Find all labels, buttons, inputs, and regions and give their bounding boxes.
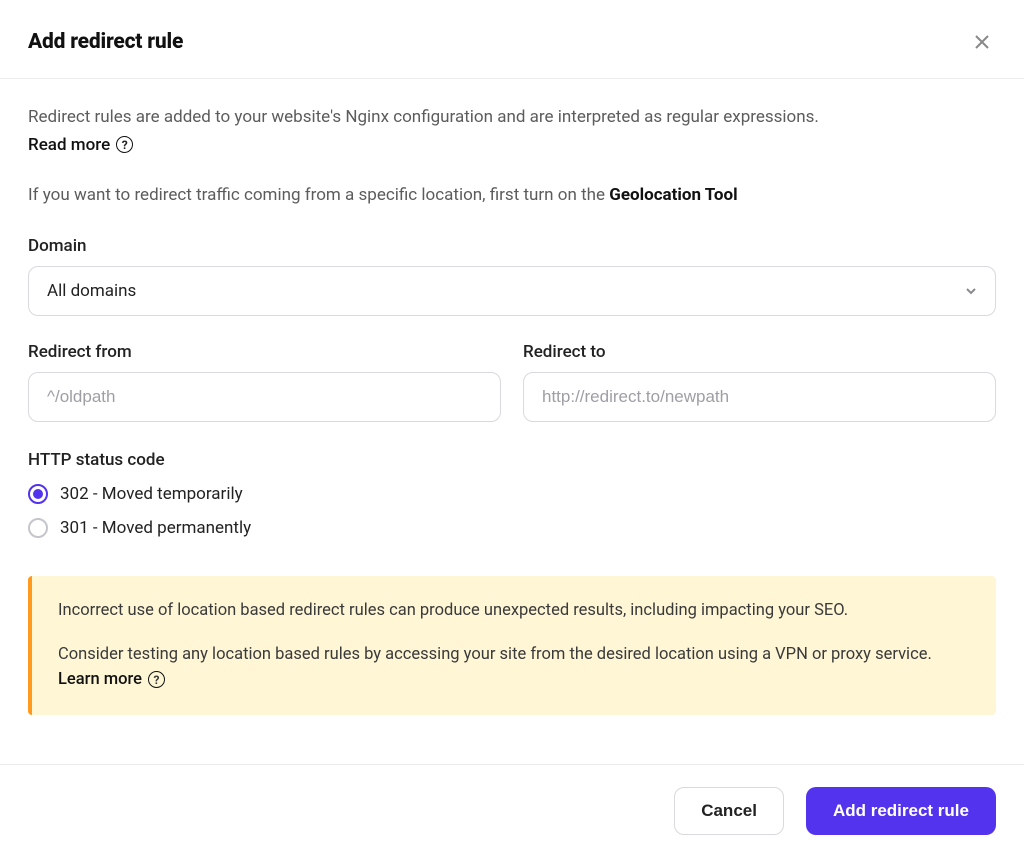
radio-indicator-icon <box>28 484 48 504</box>
status-code-label: HTTP status code <box>28 450 996 470</box>
add-redirect-rule-modal: Add redirect rule Redirect rules are add… <box>0 0 1024 857</box>
geolocation-hint: If you want to redirect traffic coming f… <box>28 183 996 209</box>
redirect-to-input[interactable] <box>523 372 996 422</box>
redirect-to-label: Redirect to <box>523 342 996 362</box>
status-code-radio-302-label: 302 - Moved temporarily <box>60 484 243 504</box>
close-icon <box>975 35 989 49</box>
redirect-from-column: Redirect from <box>28 342 501 422</box>
redirect-from-label: Redirect from <box>28 342 501 362</box>
redirect-fields-row: Redirect from Redirect to <box>28 342 996 422</box>
status-code-radio-301[interactable]: 301 - Moved permanently <box>28 518 996 538</box>
geolocation-tool-link[interactable]: Geolocation Tool <box>609 185 737 205</box>
close-button[interactable] <box>968 28 996 56</box>
domain-select[interactable]: All domains <box>28 266 996 316</box>
domain-label: Domain <box>28 236 996 256</box>
read-more-link[interactable]: Read more <box>28 135 110 155</box>
modal-footer: Cancel Add redirect rule <box>0 764 1024 857</box>
read-more-link-row: Read more ? <box>28 135 996 155</box>
warning-line-2-text: Consider testing any location based rule… <box>58 645 932 664</box>
warning-alert: Incorrect use of location based redirect… <box>28 576 996 715</box>
chevron-down-icon <box>965 285 977 297</box>
cancel-button[interactable]: Cancel <box>674 787 784 835</box>
status-code-radio-302[interactable]: 302 - Moved temporarily <box>28 484 996 504</box>
modal-header: Add redirect rule <box>0 0 1024 79</box>
submit-button[interactable]: Add redirect rule <box>806 787 996 835</box>
redirect-to-column: Redirect to <box>523 342 996 422</box>
warning-line-1: Incorrect use of location based redirect… <box>58 598 970 624</box>
modal-body: Redirect rules are added to your website… <box>0 79 1024 764</box>
geolocation-hint-text: If you want to redirect traffic coming f… <box>28 185 609 205</box>
status-code-radio-group: 302 - Moved temporarily 301 - Moved perm… <box>28 484 996 538</box>
status-code-radio-301-label: 301 - Moved permanently <box>60 518 251 538</box>
learn-more-link[interactable]: Learn more <box>58 667 142 693</box>
learn-more-wrap: Learn more? <box>58 667 165 693</box>
help-icon[interactable]: ? <box>116 136 133 153</box>
warning-line-2: Consider testing any location based rule… <box>58 642 970 693</box>
redirect-from-input[interactable] <box>28 372 501 422</box>
domain-selected-value: All domains <box>47 281 136 301</box>
intro-text: Redirect rules are added to your website… <box>28 105 996 131</box>
radio-indicator-icon <box>28 518 48 538</box>
help-icon[interactable]: ? <box>148 671 165 688</box>
modal-title: Add redirect rule <box>28 30 183 54</box>
